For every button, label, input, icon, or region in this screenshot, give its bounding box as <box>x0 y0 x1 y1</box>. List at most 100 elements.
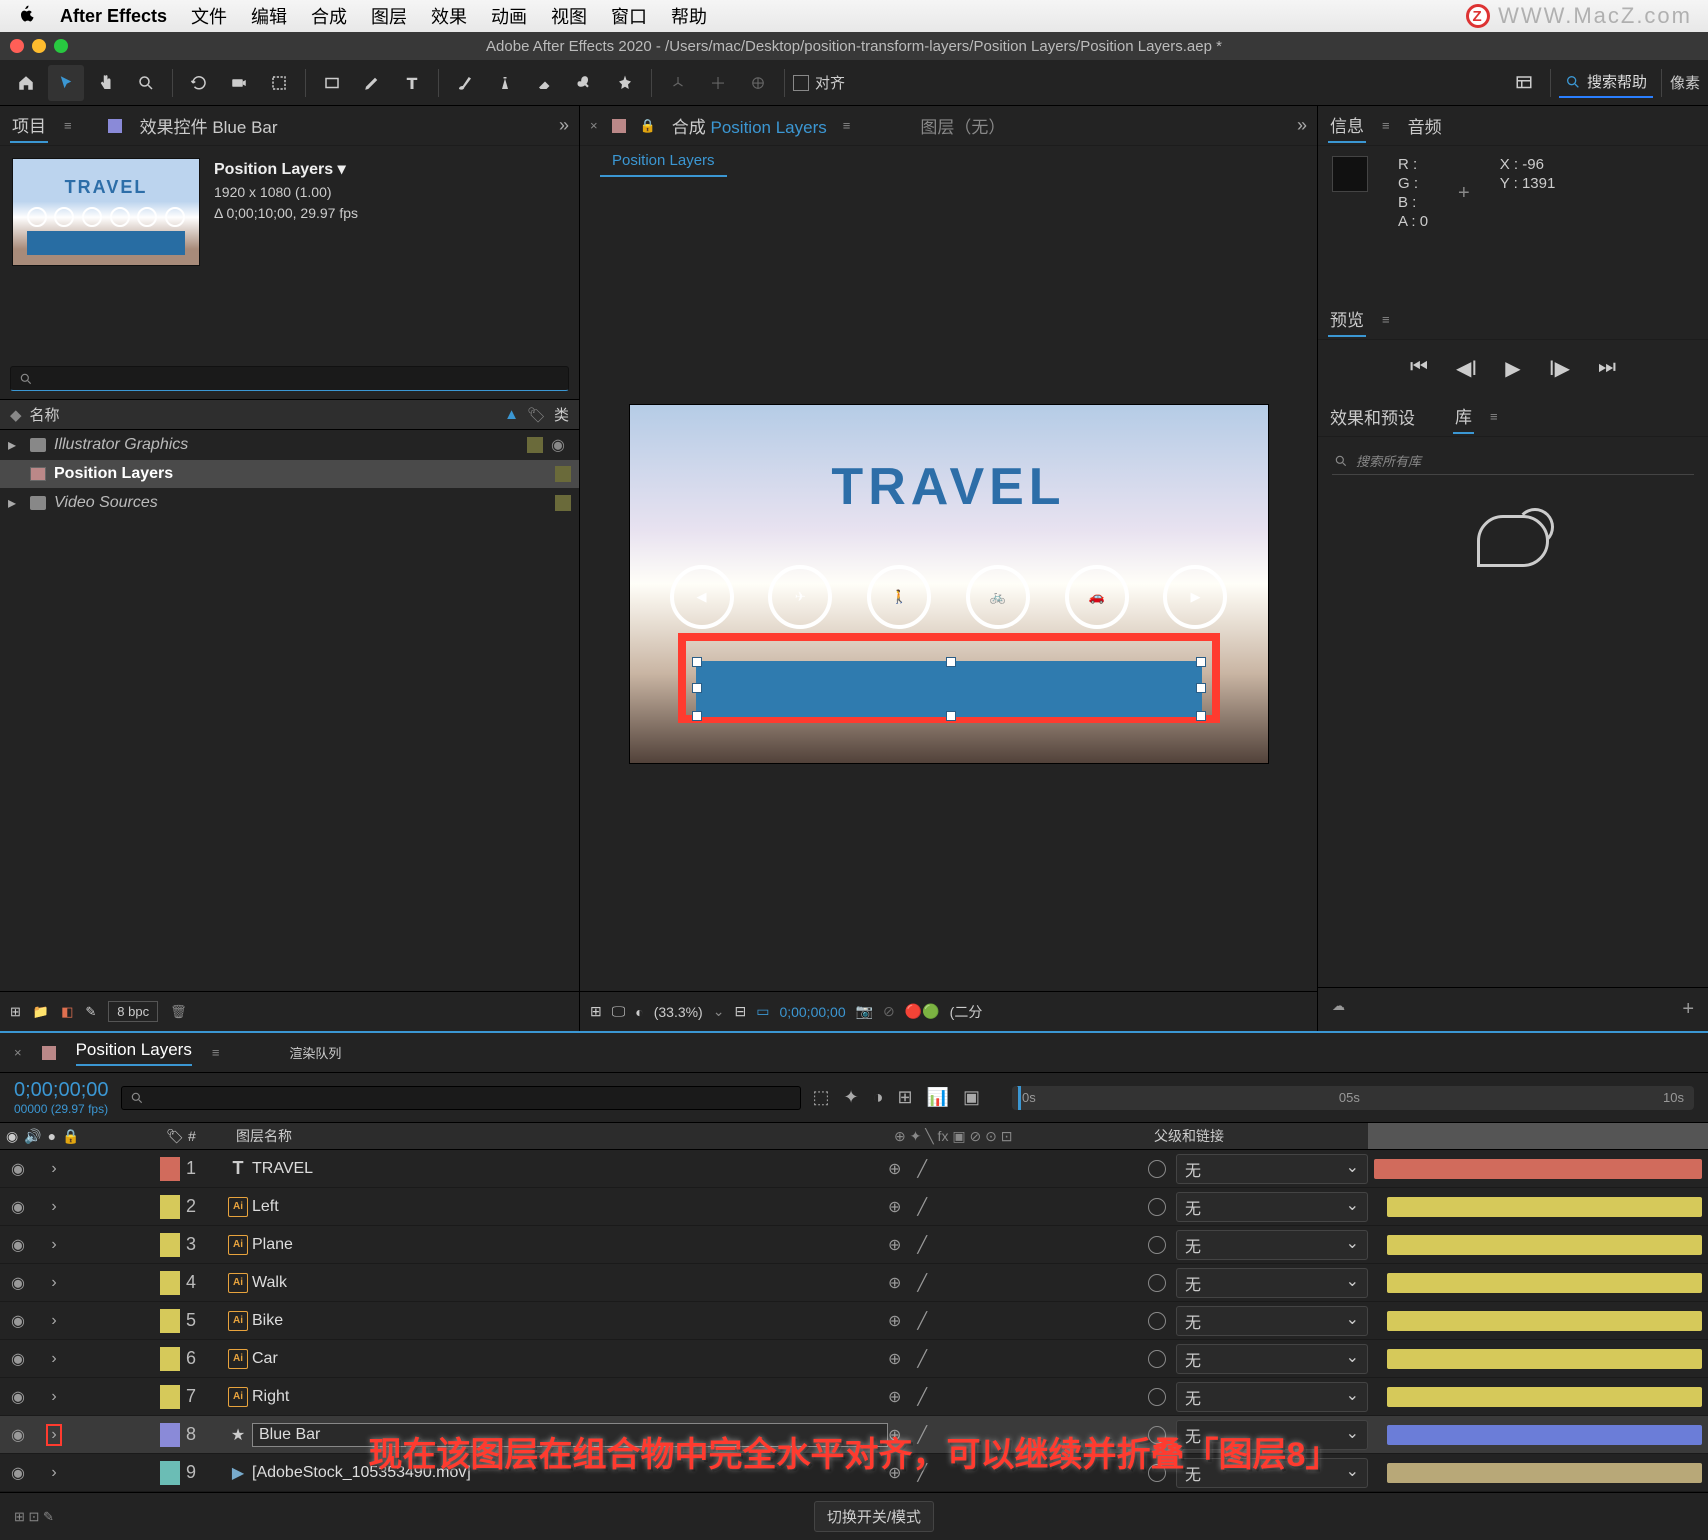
apple-icon[interactable] <box>16 4 36 29</box>
snap-toggle[interactable]: 对齐 <box>793 72 845 93</box>
graph-icon[interactable]: 📊 <box>927 1087 949 1108</box>
tree-row[interactable]: ▸ Illustrator Graphics◉ <box>0 430 579 460</box>
eye-icon[interactable]: ◉ <box>8 1273 28 1293</box>
cloud-icon[interactable]: ☁ <box>1332 998 1345 1021</box>
home-tool[interactable] <box>8 65 44 101</box>
pickwhip-icon[interactable] <box>1148 1236 1166 1254</box>
label-chip[interactable] <box>160 1233 180 1257</box>
layer-row[interactable]: ◉›5AiBike⊕╱无⌄ <box>0 1302 1708 1340</box>
motion-blur-icon[interactable]: ⊞ <box>898 1087 913 1108</box>
tab-render-queue[interactable]: 渲染队列 <box>289 1043 341 1062</box>
pickwhip-icon[interactable] <box>1148 1160 1166 1178</box>
expand-icon[interactable]: › <box>46 1387 62 1407</box>
expand-icon[interactable]: › <box>46 1311 62 1331</box>
parent-dropdown[interactable]: 无⌄ <box>1176 1268 1368 1298</box>
pan-behind-tool[interactable] <box>261 65 297 101</box>
mag-icon[interactable]: ⊞ <box>590 1003 602 1020</box>
mask-icon[interactable]: ◐ <box>635 1004 643 1020</box>
menu-view[interactable]: 视图 <box>551 3 587 29</box>
timeline-timecode[interactable]: 0;00;00;00 <box>14 1079 109 1102</box>
comp-timecode[interactable]: 0;00;00;00 <box>779 1004 845 1020</box>
library-search[interactable]: 搜索所有库 <box>1332 447 1694 475</box>
label-chip[interactable] <box>160 1347 180 1371</box>
comp-mini-icon[interactable]: ⬚ <box>813 1087 830 1108</box>
pickwhip-icon[interactable] <box>1148 1312 1166 1330</box>
menu-help[interactable]: 帮助 <box>671 3 707 29</box>
tab-fx-controls[interactable]: 效果控件 Blue Bar <box>138 109 280 142</box>
label-chip[interactable] <box>160 1385 180 1409</box>
roto-tool[interactable] <box>567 65 603 101</box>
brush-tool[interactable] <box>447 65 483 101</box>
rect-tool[interactable] <box>314 65 350 101</box>
menu-file[interactable]: 文件 <box>191 3 227 29</box>
label-chip[interactable] <box>160 1309 180 1333</box>
color-icon[interactable]: 🔴🟢 <box>905 1003 940 1020</box>
col-name[interactable]: 名称 <box>30 404 497 425</box>
next-frame-icon[interactable]: Ⅰ▶ <box>1549 356 1570 381</box>
time-ruler[interactable]: 0s05s10s <box>1012 1086 1694 1110</box>
eye-icon[interactable]: ◉ <box>8 1235 28 1255</box>
new-comp-icon[interactable]: ◧ <box>61 1004 73 1020</box>
hand-tool[interactable] <box>88 65 124 101</box>
tab-project[interactable]: 项目 <box>10 108 48 143</box>
menu-layer[interactable]: 图层 <box>371 3 407 29</box>
frame-blend-icon[interactable]: ◑ <box>873 1087 884 1108</box>
label-chip[interactable] <box>160 1157 180 1181</box>
local-axis-tool[interactable] <box>660 65 696 101</box>
search-help[interactable]: 搜索帮助 <box>1559 67 1653 98</box>
layer-duration-bar[interactable] <box>1387 1387 1702 1407</box>
lock-icon[interactable]: 🔒 <box>640 118 656 134</box>
clone-tool[interactable] <box>487 65 523 101</box>
traffic-lights[interactable] <box>10 39 68 53</box>
tab-timeline-comp[interactable]: Position Layers <box>76 1040 192 1066</box>
new-folder-icon[interactable]: 📁 <box>33 1004 49 1020</box>
tab-library[interactable]: 库 <box>1453 399 1474 434</box>
camera-tool[interactable] <box>221 65 257 101</box>
play-icon[interactable]: ▶ <box>1505 356 1520 381</box>
eye-icon[interactable]: ◉ <box>8 1197 28 1217</box>
parent-dropdown[interactable]: 无⌄ <box>1176 1192 1368 1222</box>
layer-duration-bar[interactable] <box>1387 1425 1702 1445</box>
tab-preview[interactable]: 预览 <box>1328 302 1366 337</box>
eye-icon[interactable]: ◉ <box>8 1311 28 1331</box>
snapshot-icon[interactable]: 📷 <box>856 1003 873 1020</box>
eye-icon[interactable]: ◉ <box>8 1425 28 1445</box>
toggle-icon[interactable]: ⊞ ⊡ ✎ <box>14 1509 54 1525</box>
zoom-tool[interactable] <box>128 65 164 101</box>
layer-row[interactable]: ◉›7AiRight⊕╱无⌄ <box>0 1378 1708 1416</box>
menu-effect[interactable]: 效果 <box>431 3 467 29</box>
expand-icon[interactable]: › <box>46 1463 62 1483</box>
prev-frame-icon[interactable]: ◀Ⅰ <box>1456 356 1477 381</box>
zoom-dropdown[interactable]: (33.3%) <box>654 1004 703 1020</box>
collapse-icon[interactable]: » <box>559 115 569 136</box>
layer-duration-bar[interactable] <box>1387 1349 1702 1369</box>
text-tool[interactable] <box>394 65 430 101</box>
layer-duration-bar[interactable] <box>1374 1159 1702 1179</box>
expand-icon[interactable]: › <box>46 1349 62 1369</box>
orbit-tool[interactable] <box>181 65 217 101</box>
parent-dropdown[interactable]: 无⌄ <box>1176 1230 1368 1260</box>
label-chip[interactable] <box>160 1423 180 1447</box>
tab-info[interactable]: 信息 <box>1328 108 1366 143</box>
layer-duration-bar[interactable] <box>1387 1197 1702 1217</box>
expand-icon[interactable]: › <box>46 1424 62 1446</box>
view-axis-tool[interactable] <box>740 65 776 101</box>
eye-icon[interactable]: ◉ <box>8 1387 28 1407</box>
comp-thumbnail[interactable]: TRAVEL <box>12 158 200 266</box>
pickwhip-icon[interactable] <box>1148 1350 1166 1368</box>
parent-dropdown[interactable]: 无⌄ <box>1176 1344 1368 1374</box>
preview-icon[interactable]: ⊘ <box>883 1003 895 1020</box>
project-search[interactable] <box>10 366 569 391</box>
pickwhip-icon[interactable] <box>1148 1198 1166 1216</box>
tree-row[interactable]: ▸ Video Sources <box>0 488 579 518</box>
label-chip[interactable] <box>160 1271 180 1295</box>
adjustment-icon[interactable]: ✎ <box>85 1004 96 1020</box>
playhead[interactable] <box>1018 1086 1021 1110</box>
tab-audio[interactable]: 音频 <box>1406 109 1444 142</box>
add-icon[interactable]: + <box>1682 998 1694 1021</box>
pen-tool[interactable] <box>354 65 390 101</box>
layer-row[interactable]: ◉›3AiPlane⊕╱无⌄ <box>0 1226 1708 1264</box>
parent-dropdown[interactable]: 无⌄ <box>1176 1306 1368 1336</box>
comp-canvas[interactable]: TRAVEL ◀ ✈ 🚶 🚲 🚗 ▶ <box>629 404 1269 764</box>
layer-duration-bar[interactable] <box>1387 1311 1702 1331</box>
